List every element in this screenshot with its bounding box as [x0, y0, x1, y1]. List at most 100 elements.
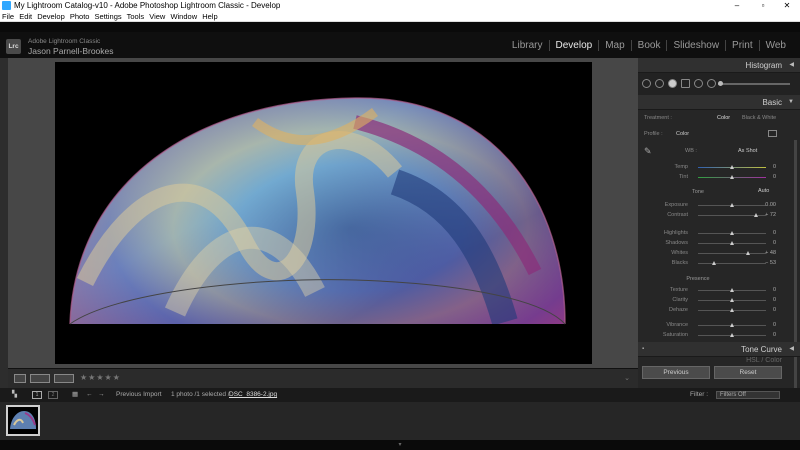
bottom-panel-toggle-strip[interactable]: ▾	[0, 440, 800, 450]
image-canvas[interactable]	[8, 58, 638, 368]
toolbar-menu-icon[interactable]: ⌄	[624, 374, 630, 382]
collapse-triangle-icon[interactable]: ▼	[788, 95, 794, 110]
menu-file[interactable]: File	[2, 12, 14, 21]
module-map[interactable]: Map	[598, 40, 630, 51]
screen-2-button[interactable]: 2	[48, 391, 58, 399]
slider-shadows[interactable]: Shadows 0	[638, 240, 798, 248]
white-balance-picker-icon[interactable]: ✎	[644, 146, 655, 157]
top-panel-toggle-strip[interactable]	[0, 22, 800, 32]
slider-tint[interactable]: Tint 0	[638, 174, 798, 182]
reset-button[interactable]: Reset	[714, 366, 782, 379]
module-print[interactable]: Print	[725, 40, 759, 51]
back-arrow-icon[interactable]: ←	[86, 388, 93, 402]
module-develop[interactable]: Develop	[548, 40, 599, 51]
rating-stars[interactable]: ★★★★★	[80, 373, 121, 382]
slider-value[interactable]: 0	[754, 240, 776, 246]
menu-help[interactable]: Help	[202, 12, 217, 21]
filmstrip-thumbnail[interactable]	[6, 405, 40, 436]
menu-window[interactable]: Window	[170, 12, 197, 21]
left-panel-collapsed[interactable]	[0, 58, 8, 388]
slider-knob[interactable]	[730, 323, 734, 327]
slider-value[interactable]: 0	[754, 332, 776, 338]
slider-value[interactable]: 0	[754, 307, 776, 313]
menu-tools[interactable]: Tools	[127, 12, 145, 21]
tool-strip-slider[interactable]	[718, 81, 790, 86]
slider-value[interactable]: 0	[754, 164, 776, 170]
slider-knob[interactable]	[730, 175, 734, 179]
minimize-button[interactable]: –	[728, 0, 746, 11]
forward-arrow-icon[interactable]: →	[98, 388, 105, 402]
source-label[interactable]: Previous Import	[116, 388, 162, 402]
menu-edit[interactable]: Edit	[19, 12, 32, 21]
menu-photo[interactable]: Photo	[70, 12, 90, 21]
slider-knob[interactable]	[730, 165, 734, 169]
profile-browser-icon[interactable]	[768, 130, 777, 137]
loupe-view-button[interactable]	[14, 374, 26, 383]
photo-preview[interactable]	[55, 62, 592, 364]
treatment-color-button[interactable]: Color	[717, 115, 730, 121]
basic-header[interactable]: Basic ▼	[638, 95, 800, 110]
module-picker: Library Develop Map Book Slideshow Print…	[506, 40, 792, 51]
menu-view[interactable]: View	[149, 12, 165, 21]
slider-knob[interactable]	[746, 251, 751, 255]
slider-texture[interactable]: Texture 0	[638, 287, 798, 295]
radial-filter-icon[interactable]	[694, 79, 703, 88]
slider-value[interactable]: 0.00	[754, 202, 776, 208]
slider-knob[interactable]	[730, 241, 734, 245]
slider-whites[interactable]: Whites + 48	[638, 250, 798, 258]
module-slideshow[interactable]: Slideshow	[666, 40, 725, 51]
treatment-bw-button[interactable]: Black & White	[742, 115, 776, 121]
crop-tool-icon[interactable]	[642, 79, 651, 88]
spot-removal-icon[interactable]	[655, 79, 664, 88]
tone-auto-button[interactable]: Auto	[758, 188, 769, 194]
slider-saturation[interactable]: Saturation 0	[638, 332, 798, 340]
soap-bubble-image	[55, 62, 592, 364]
slider-temp[interactable]: Temp 0	[638, 164, 798, 172]
collapse-triangle-icon[interactable]: ◀	[789, 58, 794, 73]
histogram-header[interactable]: Histogram ◀	[638, 58, 800, 73]
maximize-button[interactable]: ▫	[754, 0, 772, 11]
before-after-split-button[interactable]	[54, 374, 74, 383]
slider-knob[interactable]	[712, 261, 717, 265]
slider-value[interactable]: 0	[754, 322, 776, 328]
slider-value[interactable]: 0	[754, 230, 776, 236]
slider-blacks[interactable]: Blacks − 53	[638, 260, 798, 268]
slider-vibrance[interactable]: Vibrance 0	[638, 322, 798, 330]
module-book[interactable]: Book	[630, 40, 667, 51]
slider-dehaze[interactable]: Dehaze 0	[638, 307, 798, 315]
filter-dropdown[interactable]: Filters Off	[716, 391, 780, 399]
slider-knob[interactable]	[730, 298, 734, 302]
profile-dropdown[interactable]: Color	[676, 131, 689, 137]
filmstrip-bar: ▚ 1 2 ▦ ← → Previous Import 1 photo /1 s…	[0, 388, 800, 402]
red-eye-icon[interactable]	[668, 79, 677, 88]
slider-highlights[interactable]: Highlights 0	[638, 230, 798, 238]
slider-value[interactable]: − 53	[754, 260, 776, 266]
slider-contrast[interactable]: Contrast + 72	[638, 212, 798, 220]
menu-settings[interactable]: Settings	[95, 12, 122, 21]
slider-knob[interactable]	[730, 333, 734, 337]
slider-value[interactable]: 0	[754, 174, 776, 180]
module-library[interactable]: Library	[506, 40, 549, 51]
graduated-filter-icon[interactable]	[681, 79, 690, 88]
filename[interactable]: DSC_8386-2.jpg	[229, 388, 277, 402]
slider-knob[interactable]	[730, 203, 734, 207]
close-button[interactable]: ✕	[778, 0, 796, 11]
wb-dropdown[interactable]: As Shot	[738, 148, 757, 154]
slider-value[interactable]: + 72	[754, 212, 776, 218]
slider-knob[interactable]	[730, 308, 734, 312]
screen-1-button[interactable]: 1	[32, 391, 42, 399]
brush-icon[interactable]	[707, 79, 716, 88]
grid-view-icon[interactable]: ▦	[72, 388, 78, 402]
slider-knob[interactable]	[730, 288, 734, 292]
previous-button[interactable]: Previous	[642, 366, 710, 379]
slider-value[interactable]: + 48	[754, 250, 776, 256]
secondary-display-icon[interactable]: ▚	[12, 388, 17, 402]
slider-exposure[interactable]: Exposure 0.00	[638, 202, 798, 210]
slider-clarity[interactable]: Clarity 0	[638, 297, 798, 305]
menu-develop[interactable]: Develop	[37, 12, 65, 21]
slider-value[interactable]: 0	[754, 297, 776, 303]
before-after-button[interactable]	[30, 374, 50, 383]
slider-value[interactable]: 0	[754, 287, 776, 293]
module-web[interactable]: Web	[758, 40, 792, 51]
slider-knob[interactable]	[730, 231, 734, 235]
